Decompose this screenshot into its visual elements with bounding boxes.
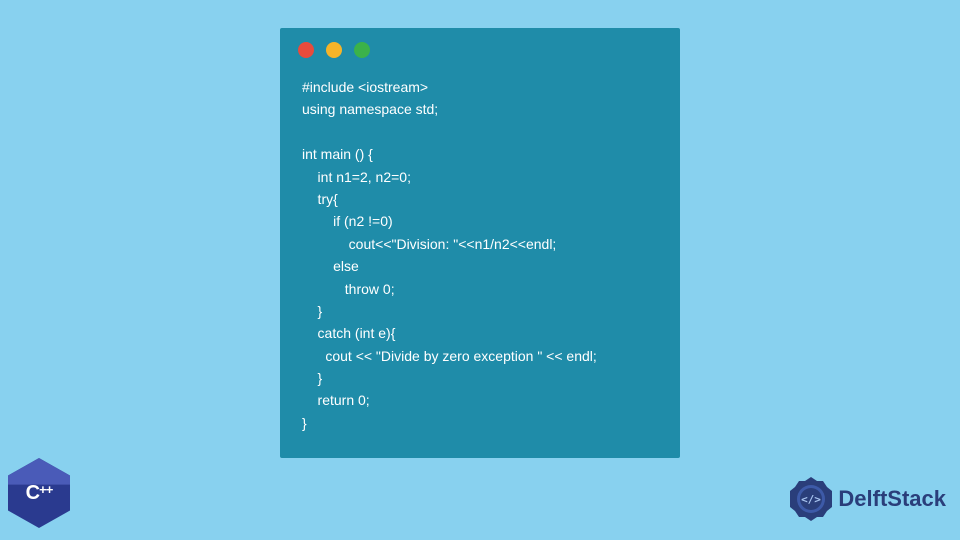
delftstack-text: DelftStack <box>838 486 946 512</box>
delftstack-logo: </> DelftStack <box>788 476 946 522</box>
cpp-logo-text: C++ <box>26 482 53 505</box>
code-window: #include <iostream> using namespace std;… <box>280 28 680 458</box>
window-titlebar <box>280 28 680 68</box>
svg-text:</>: </> <box>801 493 821 506</box>
cpp-hexagon-icon: C++ <box>8 458 70 528</box>
maximize-icon <box>354 42 370 58</box>
code-content: #include <iostream> using namespace std;… <box>280 68 680 452</box>
cpp-logo: C++ <box>8 458 70 528</box>
close-icon <box>298 42 314 58</box>
gear-icon: </> <box>788 476 834 522</box>
minimize-icon <box>326 42 342 58</box>
